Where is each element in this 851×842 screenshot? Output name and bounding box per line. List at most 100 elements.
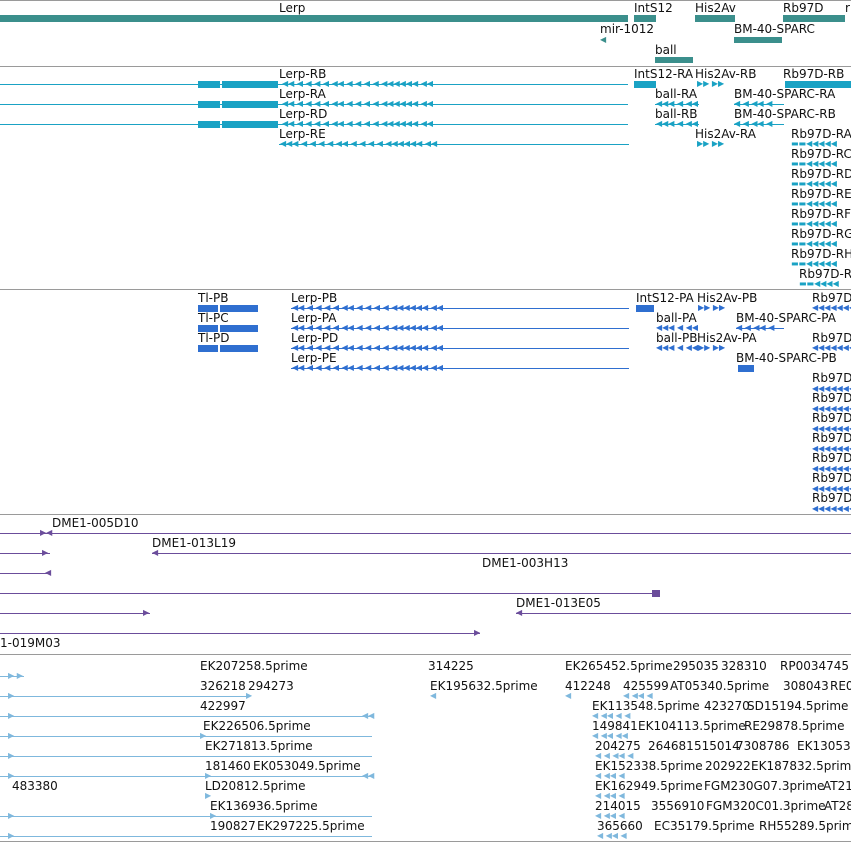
transcript-his2av-rb[interactable]: ▶▶ ▶▶: [697, 80, 724, 88]
est-label: 515014: [694, 739, 740, 753]
exon: [222, 81, 278, 88]
protein-ints12-pa[interactable]: [636, 305, 654, 312]
proteins-track: Tl-PB ◀◀ ◀ ◀ ◀ ◀ ◀◀ ◀ ◀ ◀ ◀ ◀◀◀◀◀◀ ◀◀ Le…: [0, 290, 851, 514]
protein-bm-40-sparc-pb[interactable]: [738, 365, 754, 372]
est-label: EK053049.5prime: [253, 759, 361, 773]
transcripts-track: ◀◀ ◀ ◀ ◀ ◀ ◀◀ ◀ ◀ ◀ ◀ ◀◀◀◀◀◀ ◀◀ Lerp-RB …: [0, 67, 851, 289]
est-marker: ▶: [8, 691, 15, 700]
est-label: RE29878.5prime: [744, 719, 845, 733]
protein-his2av-pb[interactable]: ▶▶ ▶▶: [698, 304, 725, 312]
est-label: 264681: [648, 739, 694, 753]
est-label: EK297225.5prime: [257, 819, 365, 833]
clone-end-marker: ▶◀: [40, 528, 53, 537]
clone-dme1-003h13[interactable]: [0, 593, 660, 594]
est-label: 3556910: [651, 799, 705, 813]
est-line: [0, 816, 372, 817]
transcript-ints12-ra[interactable]: [634, 81, 656, 88]
est-label: EK271813.5prime: [205, 739, 313, 753]
est-line: [0, 736, 372, 737]
transcript-his2av-ra[interactable]: ▶▶ ▶▶: [697, 140, 724, 148]
clone-label-dme1-005d10: DME1-005D10: [52, 516, 139, 530]
est-label: RE0: [830, 679, 851, 693]
est-line: [0, 676, 24, 677]
est-marker: ◀: [565, 691, 572, 700]
est-label: EK207258.5prime: [200, 659, 308, 673]
est-label: AT21: [823, 779, 851, 793]
est-line: [0, 756, 372, 757]
est-label: EK187832.5prime: [751, 759, 851, 773]
protein-label-lerp-pe: Lerp-PE: [291, 351, 337, 365]
gene-bm-40-sparc[interactable]: [734, 37, 782, 43]
clone-dme1-013l19[interactable]: [152, 553, 851, 554]
gene-his2av[interactable]: [695, 15, 735, 22]
clone-label-dme1-003h13: DME1-003H13: [482, 556, 569, 570]
est-marker: ▶: [8, 751, 15, 760]
est-marker: ▶: [8, 831, 15, 840]
clone-end-marker: ▶: [474, 628, 481, 637]
transcript-label-ball-ra: ball-RA: [655, 87, 698, 101]
est-marker: ◀: [430, 691, 437, 700]
est-label: AT05340.5prime: [670, 679, 770, 693]
est-label: RH55289.5prime: [759, 819, 851, 833]
est-line: [0, 696, 248, 697]
clone-end-marker: [652, 590, 660, 597]
protein-rb97d[interactable]: ◀◀◀◀◀◀◀: [812, 505, 851, 513]
transcript-rb97d-ri[interactable]: ▬▬◀◀◀◀: [799, 280, 839, 288]
protein-label-tl-pb: Tl-PB: [198, 291, 229, 305]
clone-line: [0, 633, 480, 634]
protein-label-lerp-pb: Lerp-PB: [291, 291, 338, 305]
gene-mir-1012-glyph[interactable]: ◀: [600, 36, 606, 44]
est-marker: ◀◀: [362, 771, 375, 780]
protein-label-his2av-pa: His2Av-PA: [697, 331, 757, 345]
est-label: 422997: [200, 699, 246, 713]
gene-label-r: r: [845, 1, 850, 15]
protein-label-ball-pb: ball-PB: [656, 331, 698, 345]
protein-label-lerp-pa: Lerp-PA: [291, 311, 337, 325]
est-label: FGM230G07.3prime: [704, 779, 825, 793]
est-marker: ◀◀: [362, 711, 375, 720]
clone-end-marker: ◀: [152, 548, 159, 557]
est-label: 181460: [205, 759, 251, 773]
est-marker: ▶: [8, 731, 15, 740]
est-label: 483380: [12, 779, 58, 793]
exon: [198, 121, 220, 128]
clone-label-dme1-013e05: DME1-013E05: [516, 596, 601, 610]
clones-track: ▶◀ DME1-005D10 ▶ ◀ DME1-013L19 ◀ DME1-00…: [0, 515, 851, 654]
protein-label-his2av-pb: His2Av-PB: [697, 291, 758, 305]
est-label: 294273: [248, 679, 294, 693]
transcript-label-his2av-rb: His2Av-RB: [695, 67, 757, 81]
gene-rb97d[interactable]: [783, 15, 845, 22]
est-label: 412248: [565, 679, 611, 693]
transcript-label-ints12-ra: IntS12-RA: [634, 67, 694, 81]
est-line: [0, 776, 372, 777]
gene-label-rb97d: Rb97D: [783, 1, 824, 15]
gene-ball[interactable]: [655, 57, 693, 63]
est-line: [0, 836, 372, 837]
protein-label-tl-pd: Tl-PD: [198, 331, 230, 345]
clone-label-dme1-013l19: DME1-013L19: [152, 536, 236, 550]
est-label: AT28: [824, 799, 851, 813]
clone-dme1-013e05[interactable]: [516, 613, 851, 614]
est-marker: ▶: [8, 811, 15, 820]
transcript-label-ball-rb: ball-RB: [655, 107, 698, 121]
protein-label-tl-pc: Tl-PC: [198, 311, 229, 325]
est-marker: ◀ ◀◀ ◀: [597, 831, 627, 840]
transcript-label-lerp-rb: Lerp-RB: [279, 67, 327, 81]
est-label: RP0034745: [780, 659, 850, 673]
est-label: 295035: [673, 659, 719, 673]
gene-lerp[interactable]: [0, 15, 628, 22]
transcript-label-lerp-ra: Lerp-RA: [279, 87, 326, 101]
est-label: EK195632.5prime: [430, 679, 538, 693]
clone-end-marker: ◀: [516, 608, 523, 617]
protein-his2av-pa[interactable]: ▶▶ ▶▶: [698, 344, 725, 352]
est-label: 308043: [783, 679, 829, 693]
genes-track: Lerp IntS12 His2Av Rb97D r ◀ mir-1012 BM…: [0, 0, 851, 66]
gene-ints12[interactable]: [634, 15, 656, 22]
est-label: FGM320C01.3prime: [706, 799, 826, 813]
protein-tl-pd[interactable]: [198, 345, 218, 352]
est-label: EK104113.5prime: [638, 719, 746, 733]
transcript-label-rb97d-rb: Rb97D-RB: [783, 67, 845, 81]
exon: [198, 101, 220, 108]
gene-label-mir-1012: mir-1012: [600, 22, 655, 36]
protein-ball-pb[interactable]: ◀◀◀ ◀ ◀◀: [656, 344, 698, 352]
